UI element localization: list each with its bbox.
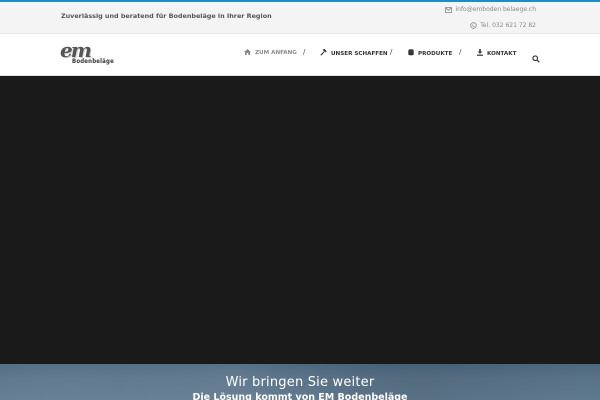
phone-number[interactable]: Tel. 032 621 72 82 (480, 22, 536, 29)
nav-label: KONTAKT (487, 50, 517, 57)
nav-item-produkte[interactable]: PRODUKTE (408, 49, 452, 58)
nav-separator: / (459, 48, 462, 56)
whatsapp-icon (470, 22, 477, 29)
banner-subtitle: Die Lösung kommt von EM Bodenbeläge (192, 392, 408, 400)
nav-separator: / (390, 48, 393, 56)
logo[interactable]: em Bodenbeläge (60, 38, 116, 68)
banner: Wir bringen Sie weiter Die Lösung kommt … (0, 364, 600, 400)
nav-label: UNSER SCHAFFEN (331, 50, 388, 57)
nav-item-unser-schaffen[interactable]: UNSER SCHAFFEN (320, 48, 388, 58)
top-bar: Zuverlässig und beratend für Bodenbeläge… (0, 2, 600, 34)
contact-email[interactable]: info@emboden belaege.ch (445, 6, 536, 13)
download-icon (477, 49, 483, 58)
search-icon (532, 48, 540, 67)
search-button[interactable] (532, 48, 542, 63)
nav-separator: / (303, 48, 306, 56)
hero-slider (0, 76, 600, 364)
tagline: Zuverlässig und beratend für Bodenbeläge… (61, 12, 272, 20)
banner-title: Wir bringen Sie weiter (225, 375, 375, 390)
envelope-icon (445, 6, 453, 13)
main-navigation-bar: em Bodenbeläge ZUM ANFANG / UNSER SCHAFF… (0, 34, 600, 76)
nav-item-zum-anfang[interactable]: ZUM ANFANG (244, 49, 297, 57)
home-icon (244, 49, 251, 57)
nav-label: PRODUKTE (418, 50, 453, 57)
contact-phone[interactable]: Tel. 032 621 72 82 (470, 22, 536, 29)
hammer-icon (320, 48, 327, 58)
database-icon (408, 49, 414, 58)
nav-item-kontakt[interactable]: KONTAKT (477, 49, 516, 58)
nav-label: ZUM ANFANG (255, 50, 297, 56)
logo-subtitle: Bodenbeläge (72, 58, 114, 65)
email-address[interactable]: info@emboden belaege.ch (455, 6, 536, 13)
